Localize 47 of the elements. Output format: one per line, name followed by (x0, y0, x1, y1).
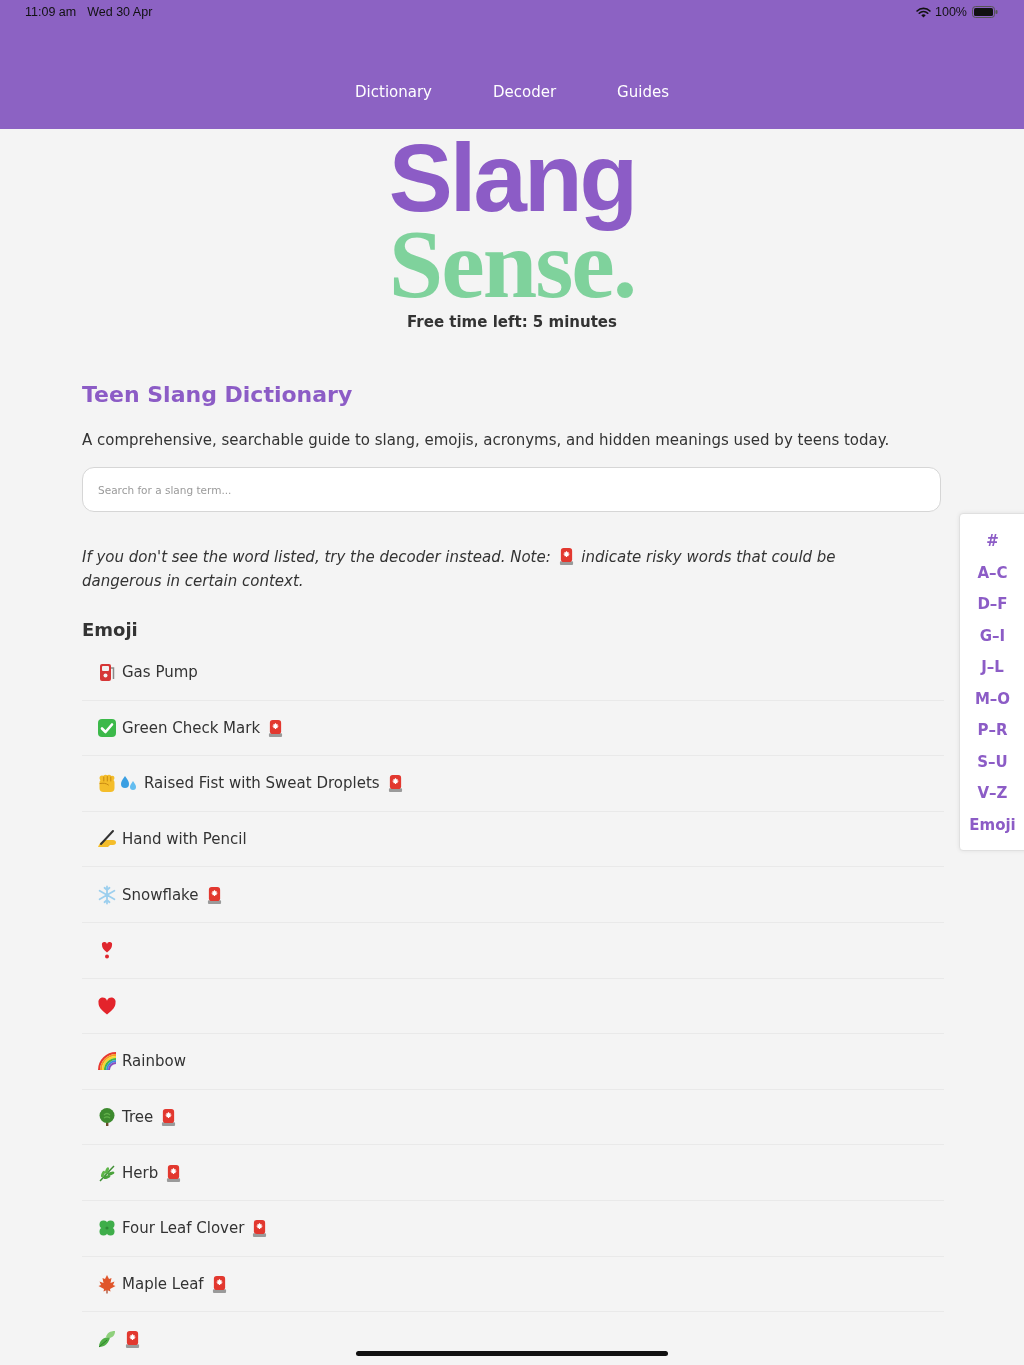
index-link[interactable]: A–C (960, 557, 1024, 589)
index-link[interactable]: Emoji (960, 809, 1024, 841)
battery-icon (972, 6, 998, 18)
wifi-icon (916, 6, 931, 18)
rainbow-icon (97, 1051, 117, 1072)
gas-pump-icon (97, 662, 117, 683)
index-link[interactable]: S–U (960, 746, 1024, 778)
entry-label[interactable]: Herb (122, 1162, 159, 1183)
note-text: If you don't see the word listed, try the decoder instead. Note: indicate risky words that could be dangerous in certain context. (82, 546, 837, 592)
entry-label[interactable]: Four Leaf Clover (122, 1218, 245, 1239)
check-mark-icon (97, 717, 117, 738)
logo-text: Slang (388, 142, 636, 232)
nav-link[interactable]: Dictionary (355, 82, 432, 102)
entry-label[interactable]: Snowflake (122, 884, 199, 905)
fist-icon (97, 773, 117, 794)
search-field[interactable]: Search for a slang term... (82, 467, 941, 512)
entry-label[interactable]: Hand with Pencil (122, 829, 247, 850)
entry-label[interactable]: Tree (122, 1107, 154, 1128)
heart-icon (97, 995, 117, 1016)
leaf-icon (97, 1329, 117, 1350)
entry-label[interactable]: Green Check Mark (122, 717, 261, 738)
index-link[interactable]: D–F (960, 589, 1024, 621)
entry-label[interactable]: Gas Pump (122, 662, 198, 683)
status-time: 11:09 am (25, 5, 77, 19)
battery-percent: 100% (935, 5, 967, 19)
index-link[interactable]: J–L (960, 652, 1024, 684)
free-time-text: Free time left: 5 minutes (407, 312, 617, 332)
snowflake-icon (97, 884, 117, 905)
herb-icon (97, 1162, 117, 1183)
nav-link[interactable]: Guides (617, 82, 669, 102)
page-title: Teen Slang Dictionary (82, 381, 353, 409)
index-link[interactable]: # (960, 526, 1024, 558)
entry-label[interactable]: Raised Fist with Sweat Droplets (144, 773, 380, 794)
index-link[interactable]: V–Z (960, 778, 1024, 810)
status-date: Wed 30 Apr (87, 5, 153, 19)
description-text: A comprehensive, searchable guide to slang, emojis, acronyms, and hidden meanings used by teens today. (82, 430, 890, 451)
section-heading: Emoji (82, 618, 138, 642)
hand-pencil-icon (97, 829, 117, 850)
maple-leaf-icon (97, 1273, 117, 1294)
index-link[interactable]: M–O (960, 683, 1024, 715)
nav-link[interactable]: Decoder (492, 82, 557, 102)
entry-label[interactable]: Rainbow (122, 1051, 186, 1072)
index-link[interactable]: G–I (960, 620, 1024, 652)
index-link[interactable]: P–R (960, 715, 1024, 747)
entry-label[interactable]: Maple Leaf (122, 1273, 204, 1294)
tree-icon (97, 1107, 117, 1128)
siren-icon (558, 547, 574, 565)
